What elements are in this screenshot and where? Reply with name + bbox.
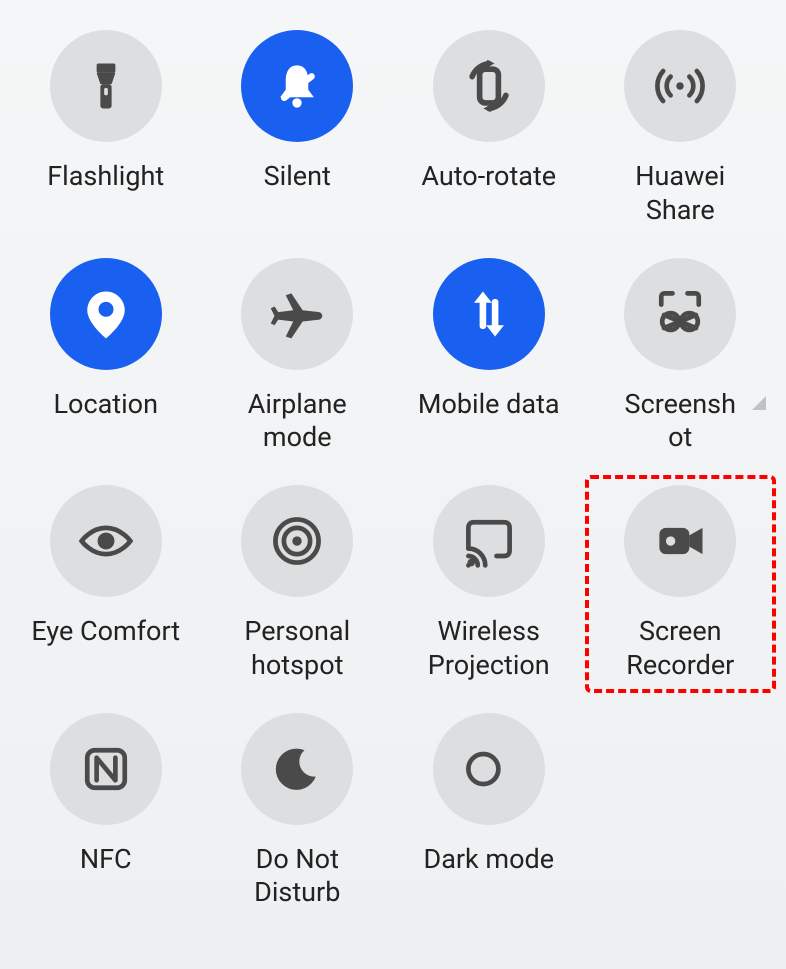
tile-dark-mode[interactable]: Dark mode xyxy=(393,703,585,921)
tile-location[interactable]: Location xyxy=(10,248,202,466)
tile-label: Wireless Projection xyxy=(428,615,550,683)
screenshot-icon xyxy=(624,258,736,370)
quick-settings-grid: Flashlight Silent Auto-rotate Huawei Sha… xyxy=(10,20,776,920)
tile-label: Location xyxy=(54,388,158,422)
cast-icon xyxy=(433,485,545,597)
tile-screenshot[interactable]: Screensh ot xyxy=(585,248,777,466)
tile-silent[interactable]: Silent xyxy=(202,20,394,238)
tile-label: Personal hotspot xyxy=(244,615,350,683)
tile-label: Silent xyxy=(264,160,331,194)
videocam-icon xyxy=(624,485,736,597)
moon-icon xyxy=(241,713,353,825)
tile-label: Do Not Disturb xyxy=(254,843,340,911)
tile-auto-rotate[interactable]: Auto-rotate xyxy=(393,20,585,238)
tile-airplane-mode[interactable]: Airplane mode xyxy=(202,248,394,466)
broadcast-icon xyxy=(624,30,736,142)
tile-label: Huawei Share xyxy=(635,160,725,228)
airplane-icon xyxy=(241,258,353,370)
data-icon xyxy=(433,258,545,370)
tile-do-not-disturb[interactable]: Do Not Disturb xyxy=(202,703,394,921)
flashlight-icon xyxy=(50,30,162,142)
hotspot-icon xyxy=(241,485,353,597)
tile-label: Airplane mode xyxy=(248,388,347,456)
tile-huawei-share[interactable]: Huawei Share xyxy=(585,20,777,238)
tile-eye-comfort[interactable]: Eye Comfort xyxy=(10,475,202,693)
contrast-icon xyxy=(433,713,545,825)
tile-label: Flashlight xyxy=(47,160,164,194)
tile-nfc[interactable]: NFC xyxy=(10,703,202,921)
tile-label: Eye Comfort xyxy=(31,615,180,649)
expand-indicator-icon xyxy=(752,396,766,410)
tile-label: Screen Recorder xyxy=(626,615,734,683)
silent-icon xyxy=(241,30,353,142)
tile-label: Mobile data xyxy=(418,388,560,422)
tile-label: NFC xyxy=(80,843,132,877)
tile-screen-recorder[interactable]: Screen Recorder xyxy=(585,475,777,693)
tile-mobile-data[interactable]: Mobile data xyxy=(393,248,585,466)
tile-label: Screensh ot xyxy=(625,388,736,456)
nfc-icon xyxy=(50,713,162,825)
tile-label: Dark mode xyxy=(423,843,554,877)
tile-flashlight[interactable]: Flashlight xyxy=(10,20,202,238)
rotate-icon xyxy=(433,30,545,142)
location-icon xyxy=(50,258,162,370)
tile-label: Auto-rotate xyxy=(421,160,556,194)
tile-personal-hotspot[interactable]: Personal hotspot xyxy=(202,475,394,693)
tile-wireless-projection[interactable]: Wireless Projection xyxy=(393,475,585,693)
eye-icon xyxy=(50,485,162,597)
